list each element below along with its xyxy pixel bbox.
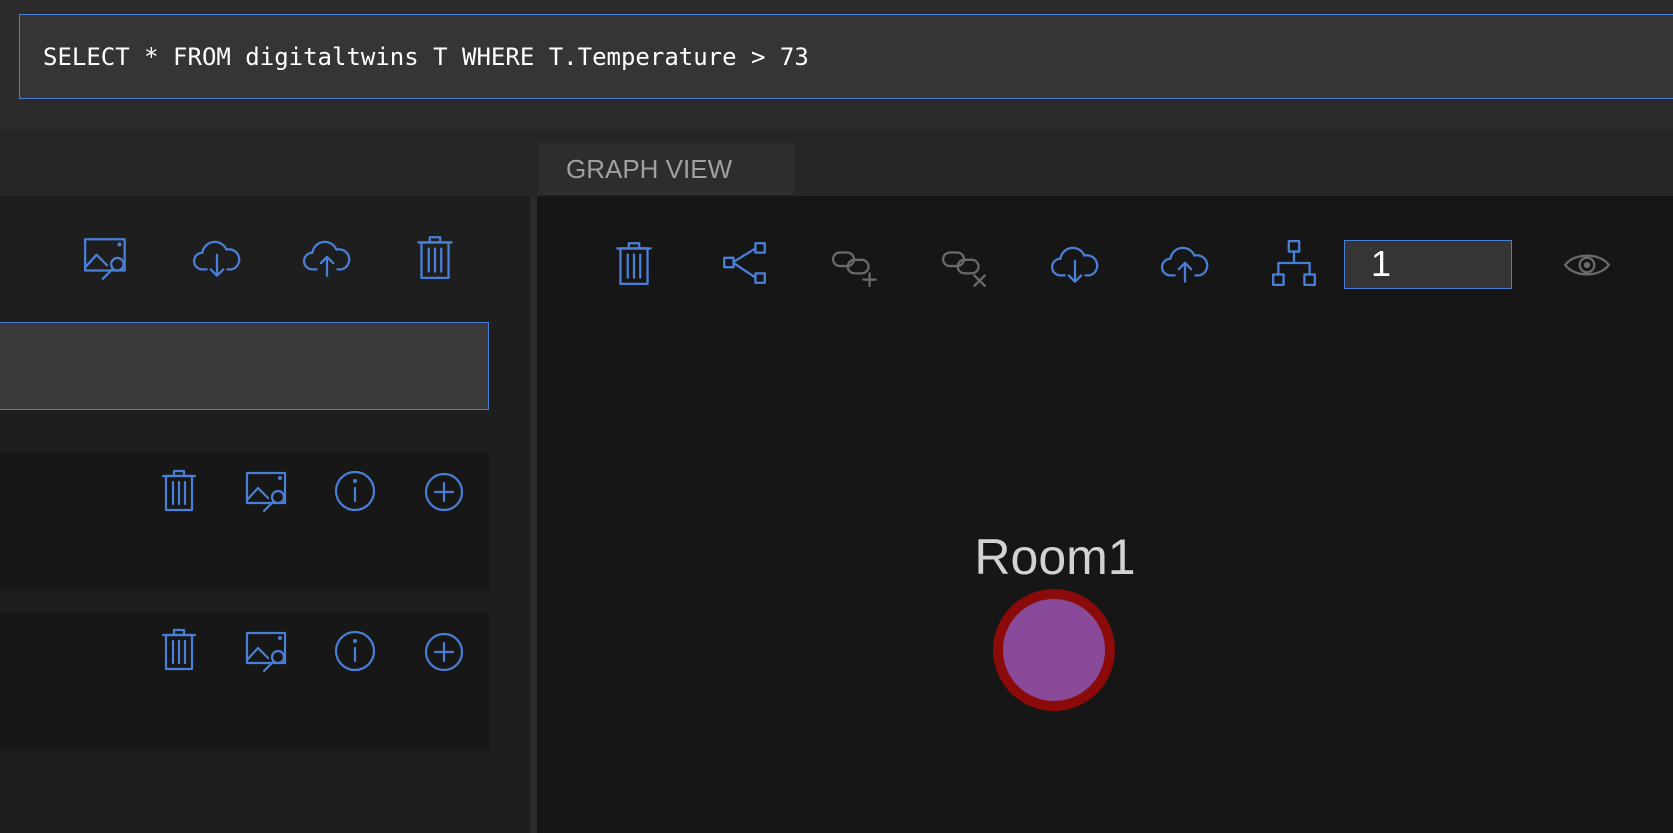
pane-divider[interactable] bbox=[530, 196, 537, 833]
trash-icon[interactable] bbox=[155, 466, 203, 514]
image-search-icon[interactable] bbox=[244, 628, 292, 676]
trash-icon[interactable] bbox=[410, 232, 460, 282]
link-remove-icon bbox=[940, 240, 990, 290]
cloud-upload-icon[interactable] bbox=[302, 234, 352, 284]
eye-icon[interactable] bbox=[1562, 240, 1612, 290]
query-input[interactable]: SELECT * FROM digitaltwins T WHERE T.Tem… bbox=[19, 14, 1673, 99]
info-icon[interactable] bbox=[331, 467, 379, 515]
model-search-input[interactable] bbox=[0, 322, 489, 410]
image-search-icon[interactable] bbox=[82, 234, 132, 284]
hierarchy-icon[interactable] bbox=[1269, 238, 1319, 288]
cloud-download-icon[interactable] bbox=[1050, 240, 1100, 290]
graph-canvas[interactable] bbox=[537, 196, 1673, 833]
share-relationships-icon[interactable] bbox=[720, 238, 770, 288]
cloud-download-icon[interactable] bbox=[192, 234, 242, 284]
trash-icon[interactable] bbox=[609, 238, 659, 288]
image-search-icon[interactable] bbox=[244, 468, 292, 516]
tab-strip bbox=[0, 130, 1673, 196]
info-icon[interactable] bbox=[331, 627, 379, 675]
link-add-icon bbox=[830, 240, 880, 290]
cloud-upload-icon[interactable] bbox=[1160, 240, 1210, 290]
node-label: Room1 bbox=[974, 529, 1136, 585]
add-circle-icon[interactable] bbox=[420, 468, 468, 516]
tab-graph-view[interactable]: GRAPH VIEW bbox=[538, 143, 794, 195]
add-circle-icon[interactable] bbox=[420, 628, 468, 676]
expansion-level-input[interactable]: 1 bbox=[1344, 240, 1512, 289]
graph-node[interactable] bbox=[993, 589, 1115, 711]
trash-icon[interactable] bbox=[155, 625, 203, 673]
